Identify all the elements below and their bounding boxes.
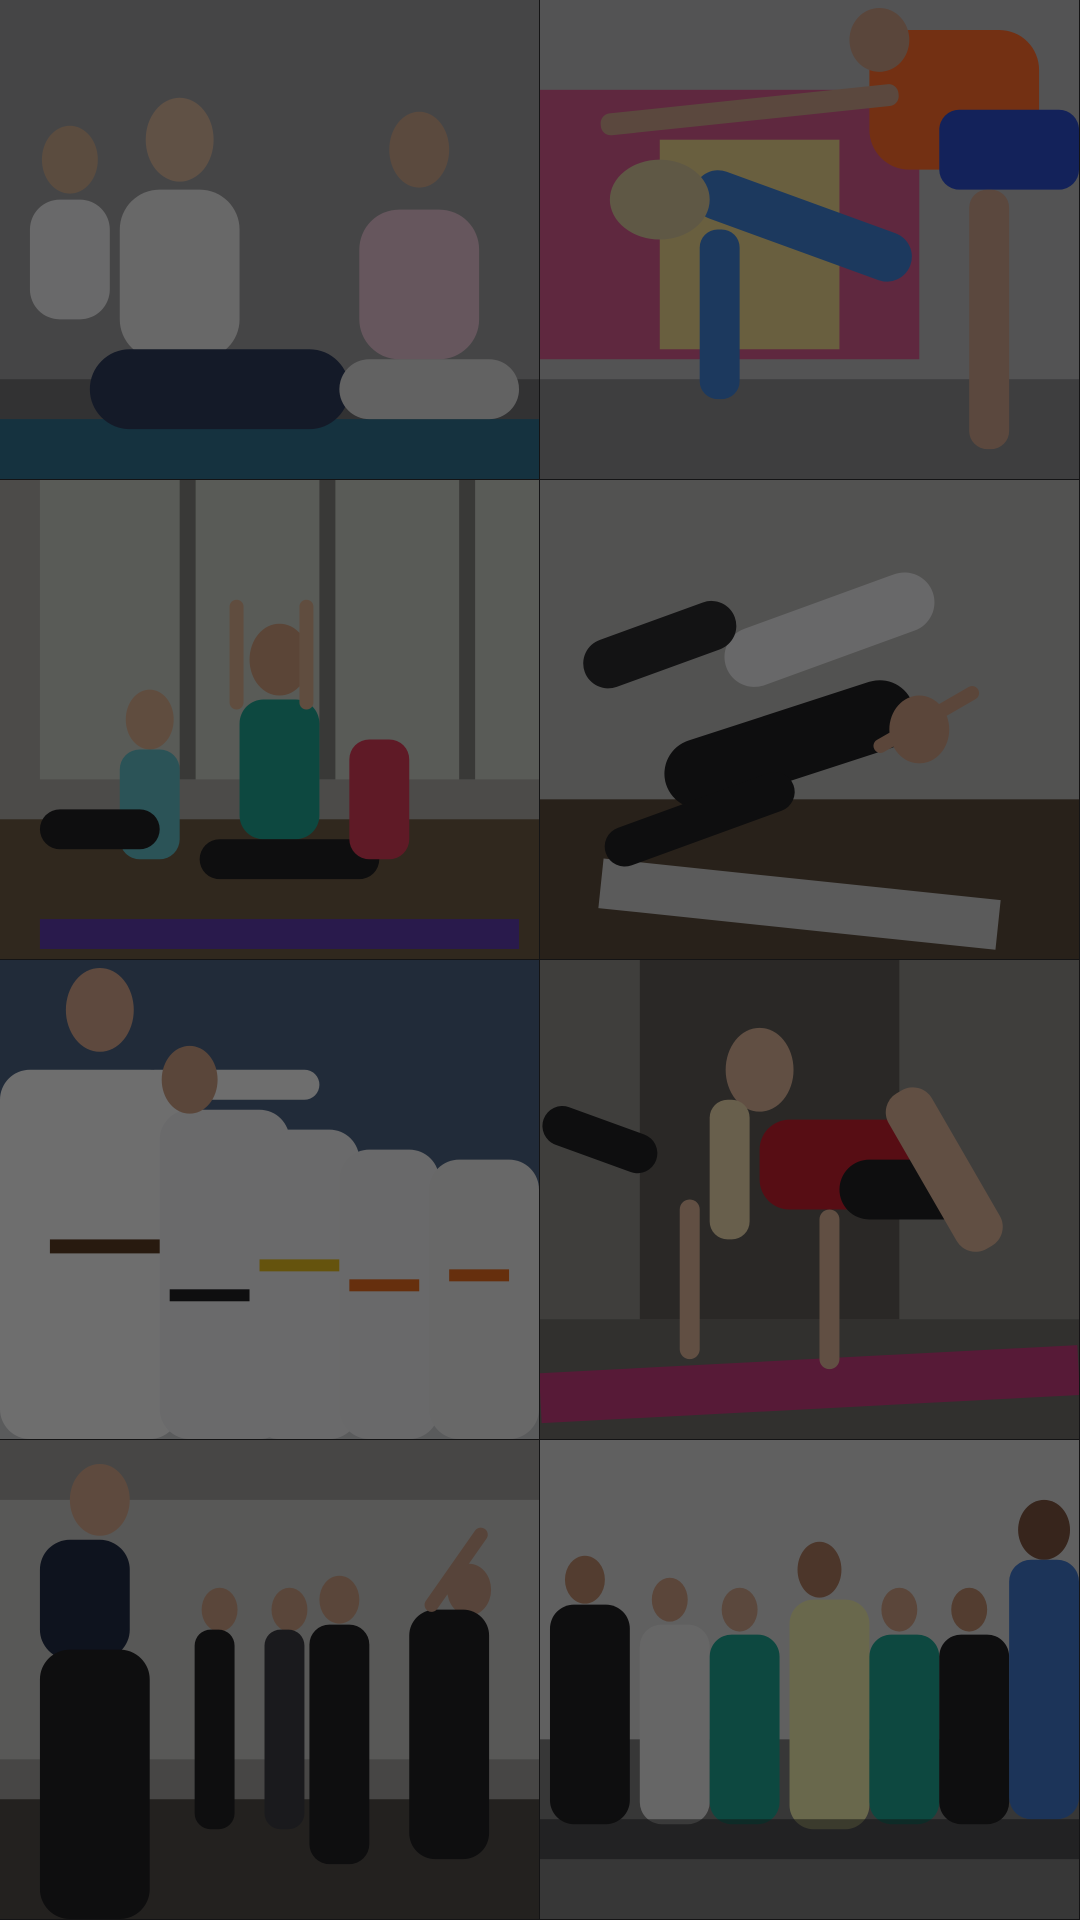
activity-photo-grid — [0, 0, 1080, 1920]
fitness-kickback-photo — [540, 960, 1079, 1439]
tile-yoga-balance-pose[interactable] — [540, 0, 1080, 480]
yoga-balance-pose-photo — [540, 0, 1079, 479]
yoga-side-plank-photo — [540, 480, 1079, 959]
tile-hiphop-group[interactable] — [540, 1440, 1080, 1920]
tile-fitness-kickback[interactable] — [540, 960, 1080, 1440]
yoga-meditation-photo — [0, 0, 539, 479]
tile-karate-class[interactable] — [0, 960, 540, 1440]
hiphop-group-photo — [540, 1440, 1079, 1919]
tile-yoga-side-plank[interactable] — [540, 480, 1080, 960]
karate-class-photo — [0, 960, 539, 1439]
tile-yoga-meditation[interactable] — [0, 0, 540, 480]
yoga-lunge-class-photo — [0, 480, 539, 959]
tile-dance-class[interactable] — [0, 1440, 540, 1920]
dance-class-photo — [0, 1440, 539, 1919]
tile-yoga-lunge-class[interactable] — [0, 480, 540, 960]
